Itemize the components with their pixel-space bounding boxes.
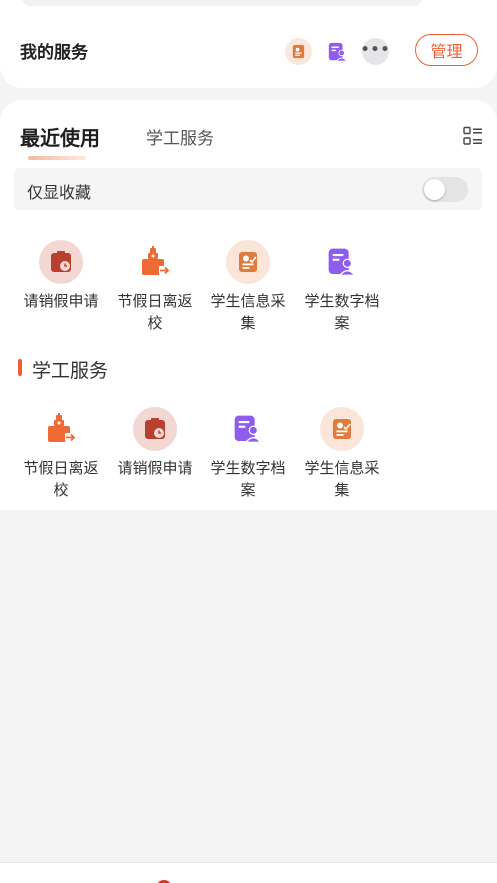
app-student-archive[interactable]: 学生数字档案 — [203, 407, 293, 501]
toggle-knob — [424, 179, 445, 200]
app-leave-request[interactable]: 请销假申请 — [110, 407, 200, 479]
my-services-title: 我的服务 — [20, 43, 88, 63]
app-label: 学生数字档案 — [304, 292, 380, 332]
student-info-shortcut-icon[interactable] — [285, 38, 312, 65]
manage-button[interactable]: 管理 — [415, 34, 478, 66]
search-bar[interactable] — [22, 0, 422, 6]
student-archive-icon — [320, 240, 364, 284]
more-icon[interactable]: ••• — [361, 38, 389, 65]
my-services-card: 我的服务 ••• 管理 — [0, 0, 497, 88]
app-label: 学生数字档案 — [210, 459, 286, 499]
services-panel: 最近使用 学工服务 仅显收藏 请销假申请 节假日离返校 学生信息采集 学生数字档… — [0, 100, 497, 510]
app-label: 请销假申请 — [117, 459, 193, 477]
app-student-info[interactable]: 学生信息采集 — [297, 407, 387, 501]
tab-student-affairs[interactable]: 学工服务 — [146, 124, 214, 149]
student-archive-shortcut-icon[interactable] — [324, 38, 351, 65]
bottom-nav-bar — [0, 862, 497, 883]
leave-request-icon — [133, 407, 177, 451]
app-label: 学生信息采集 — [210, 292, 286, 332]
section-title: 学工服务 — [32, 360, 109, 382]
app-student-archive[interactable]: 学生数字档案 — [297, 240, 387, 334]
list-view-icon[interactable] — [463, 126, 483, 146]
section-accent-bar — [18, 359, 22, 376]
app-leave-request[interactable]: 请销假申请 — [16, 240, 106, 312]
holiday-return-icon — [39, 407, 83, 451]
holiday-return-icon — [133, 240, 177, 284]
favorites-only-row: 仅显收藏 — [14, 168, 482, 210]
favorites-only-label: 仅显收藏 — [27, 183, 92, 202]
app-label: 学生信息采集 — [304, 459, 380, 499]
favorites-only-toggle[interactable] — [422, 177, 468, 202]
app-student-info[interactable]: 学生信息采集 — [203, 240, 293, 334]
app-holiday-return[interactable]: 节假日离返校 — [16, 407, 106, 501]
leave-request-icon — [39, 240, 83, 284]
active-tab-indicator — [28, 156, 86, 160]
student-info-icon — [226, 240, 270, 284]
app-holiday-return[interactable]: 节假日离返校 — [110, 240, 200, 334]
app-label: 节假日离返校 — [23, 459, 99, 499]
app-label: 请销假申请 — [23, 292, 99, 310]
tab-recent[interactable]: 最近使用 — [20, 122, 100, 151]
app-label: 节假日离返校 — [117, 292, 193, 332]
student-archive-icon — [226, 407, 270, 451]
student-info-icon — [320, 407, 364, 451]
